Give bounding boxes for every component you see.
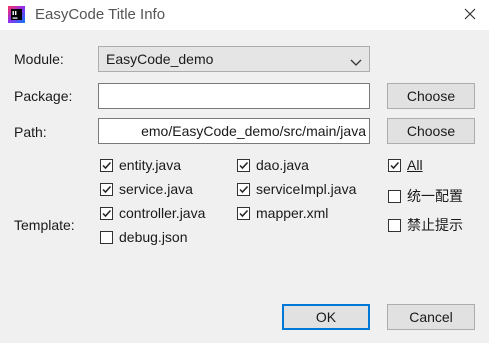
ok-button[interactable]: OK: [282, 304, 370, 330]
checkbox-box[interactable]: [388, 218, 401, 232]
template-label: Template:: [14, 217, 75, 233]
checkbox-label: debug.json: [119, 229, 188, 245]
checkbox-label: All: [407, 157, 423, 173]
module-label: Module:: [14, 51, 64, 67]
window-title: EasyCode Title Info: [35, 6, 166, 23]
checkbox-box[interactable]: [237, 158, 250, 172]
intellij-logo-icon: [8, 6, 25, 23]
checkbox-label: mapper.xml: [256, 205, 329, 221]
template-checkbox-service[interactable]: service.java: [100, 179, 193, 199]
package-choose-button[interactable]: Choose: [387, 83, 475, 109]
template-checkbox-debug[interactable]: debug.json: [100, 227, 188, 247]
module-dropdown[interactable]: EasyCode_demo: [98, 46, 370, 72]
checkbox-box[interactable]: [100, 182, 113, 196]
template-checkbox-serviceimpl[interactable]: serviceImpl.java: [237, 179, 356, 199]
module-selected-value: EasyCode_demo: [106, 51, 214, 67]
checkbox-box[interactable]: [100, 230, 113, 244]
unify-config-checkbox[interactable]: 统一配置: [388, 186, 463, 206]
checkbox-label: controller.java: [119, 205, 206, 221]
checkbox-label: service.java: [119, 181, 193, 197]
checkbox-label: 禁止提示: [407, 217, 463, 233]
template-checkbox-mapper[interactable]: mapper.xml: [237, 203, 328, 223]
cancel-button[interactable]: Cancel: [387, 304, 475, 330]
path-input[interactable]: [99, 119, 369, 143]
all-checkbox[interactable]: All: [388, 155, 423, 175]
checkbox-box[interactable]: [388, 158, 401, 172]
path-label: Path:: [14, 124, 47, 140]
checkbox-box[interactable]: [237, 182, 250, 196]
checkbox-box[interactable]: [237, 206, 250, 220]
close-icon[interactable]: [459, 3, 481, 25]
checkbox-label: 统一配置: [407, 188, 463, 204]
template-checkbox-controller[interactable]: controller.java: [100, 203, 205, 223]
no-prompt-checkbox[interactable]: 禁止提示: [388, 215, 463, 235]
template-checkbox-dao[interactable]: dao.java: [237, 155, 309, 175]
checkbox-label: entity.java: [119, 157, 181, 173]
path-choose-button[interactable]: Choose: [387, 118, 475, 144]
template-checkbox-entity[interactable]: entity.java: [100, 155, 181, 175]
checkbox-box[interactable]: [100, 158, 113, 172]
checkbox-label: serviceImpl.java: [256, 181, 357, 197]
checkbox-box[interactable]: [388, 189, 401, 203]
chevron-down-icon: [350, 55, 362, 66]
package-label: Package:: [14, 88, 73, 104]
path-field[interactable]: [98, 118, 370, 144]
checkbox-box[interactable]: [100, 206, 113, 220]
package-field[interactable]: [98, 83, 370, 109]
checkbox-label: dao.java: [256, 157, 309, 173]
package-input[interactable]: [99, 84, 369, 108]
